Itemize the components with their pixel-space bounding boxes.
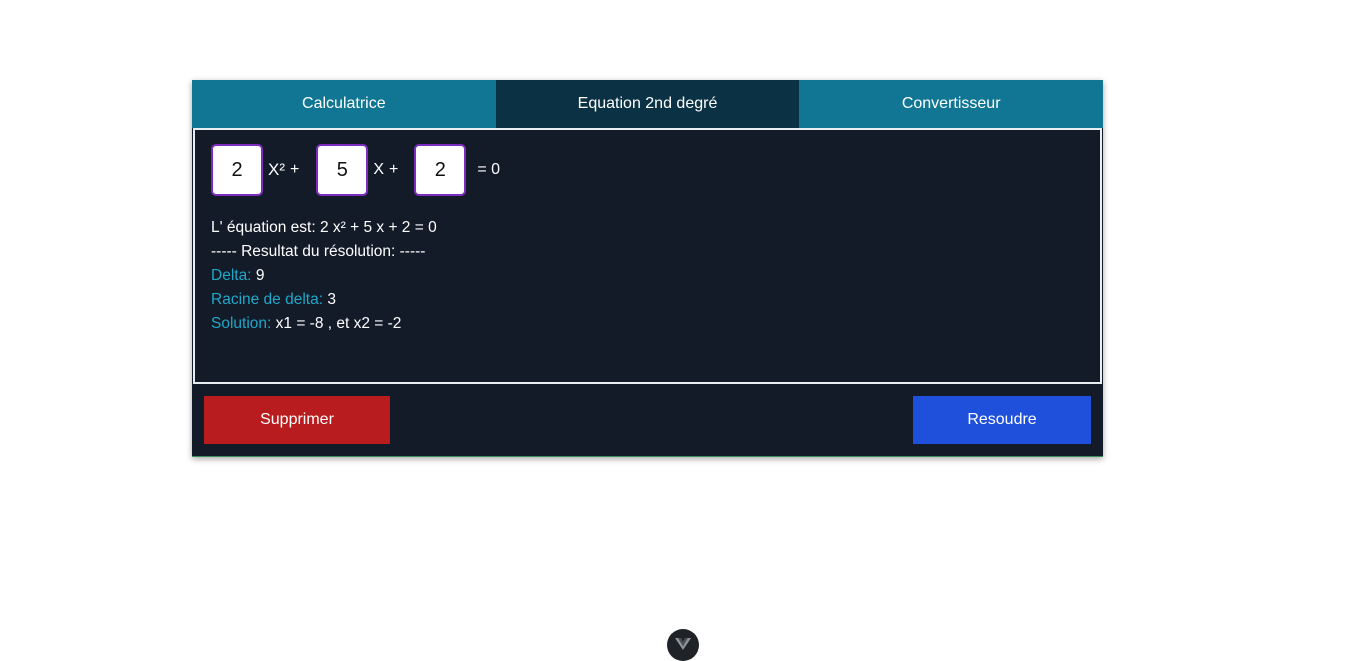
solve-button[interactable]: Resoudre: [913, 396, 1091, 444]
vue-devtools-badge[interactable]: [667, 629, 699, 661]
results-header: ----- Resultat du résolution: -----: [211, 243, 426, 260]
equation-input-row: X² + X + = 0: [211, 142, 500, 198]
plus-sign: +: [389, 161, 399, 178]
root-delta-value: 3: [327, 291, 336, 308]
equation-panel: X² + X + = 0 L' équation est: 2 x² + 5 x…: [193, 128, 1102, 384]
quadratic-solver-app: Calculatrice Equation 2nd degré Converti…: [192, 80, 1104, 457]
tab-convertisseur[interactable]: Convertisseur: [799, 80, 1104, 128]
root-delta-line: Racine de delta: 3: [211, 288, 437, 312]
delete-button[interactable]: Supprimer: [204, 396, 390, 444]
delta-label: Delta:: [211, 267, 252, 284]
equals-zero: = 0: [477, 161, 501, 178]
action-bar: Supprimer Resoudre: [192, 384, 1103, 456]
solution-label: Solution:: [211, 315, 272, 332]
vue-logo-icon: [675, 638, 691, 650]
tab-calculatrice[interactable]: Calculatrice: [192, 80, 496, 128]
results-block: L' équation est: 2 x² + 5 x + 2 = 0 ----…: [211, 216, 437, 336]
coefficient-b-input[interactable]: [316, 144, 369, 196]
root-delta-label: Racine de delta:: [211, 291, 324, 308]
x-squared-term: X²: [268, 160, 285, 179]
solution-line: Solution: x1 = -8 , et x2 = -2: [211, 312, 437, 336]
solution-value: x1 = -8 , et x2 = -2: [275, 315, 402, 332]
plus-sign: +: [290, 161, 300, 178]
x-term: X: [373, 161, 385, 178]
coefficient-a-input[interactable]: [211, 144, 263, 196]
equation-summary: L' équation est: 2 x² + 5 x + 2 = 0: [211, 219, 437, 236]
coefficient-c-input[interactable]: [414, 144, 467, 196]
delta-line: Delta: 9: [211, 264, 437, 288]
tab-bar: Calculatrice Equation 2nd degré Converti…: [192, 80, 1104, 128]
delta-value: 9: [255, 267, 265, 284]
tab-equation-2nd-degre[interactable]: Equation 2nd degré: [495, 80, 800, 128]
